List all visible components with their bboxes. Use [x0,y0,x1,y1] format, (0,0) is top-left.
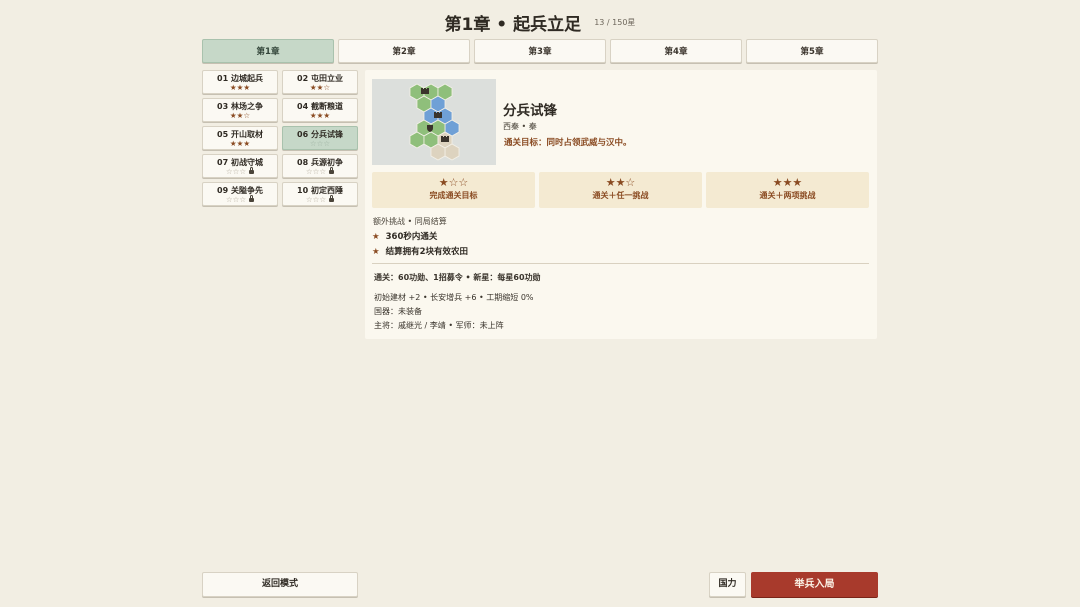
star-tier-3: ★★★ 通关＋两项挑战 [706,172,869,208]
national-power-button[interactable]: 国力 [709,572,746,597]
lock-icon [249,167,255,174]
level-card-10[interactable]: 10 初定西陲 ☆☆☆ [282,182,358,206]
level-name: 03 林场之争 [217,102,263,111]
commander-info: 主将：戚继光 / 李靖 • 军师：未上阵 [374,321,504,330]
level-stars: ☆☆☆ [309,139,331,148]
level-card-03[interactable]: 03 林场之争 ★★☆ [202,98,278,122]
star-icon: ★ [372,232,380,242]
challenge-text: 360秒内通关 [385,232,438,242]
chapter-tabs: 第1章 第2章 第3章 第4章 第5章 [202,39,878,63]
lock-icon [329,167,335,174]
level-map-preview [372,79,496,165]
star-tiers: ★☆☆ 完成通关目标 ★★☆ 通关＋任一挑战 ★★★ 通关＋两项挑战 [372,172,869,208]
page-header: 第1章 • 起兵立足 13 / 150星 [0,10,1080,35]
tab-chapter-3[interactable]: 第3章 [474,39,606,63]
challenge-item: ★ 360秒内通关 [372,230,437,242]
tab-chapter-4[interactable]: 第4章 [610,39,742,63]
level-stars-row: ☆☆☆ [203,195,277,204]
divider [372,263,869,264]
level-card-05[interactable]: 05 开山取材 ★★★ [202,126,278,150]
castle-icon [434,112,442,118]
tier-label: 通关＋任一挑战 [592,191,649,200]
level-detail-panel: 分兵试锋 西秦 • 秦 通关目标：同时占领武威与汉中。 ★☆☆ 完成通关目标 ★… [365,70,877,339]
tier-stars: ★☆☆ [438,176,469,189]
level-stars-row: ☆☆☆ [203,167,277,176]
level-card-06[interactable]: 06 分兵试锋 ☆☆☆ [282,126,358,150]
star-tier-1: ★☆☆ 完成通关目标 [372,172,535,208]
level-name: 08 兵源初争 [297,158,343,167]
level-name: 04 截断粮道 [297,102,343,111]
challenge-item: ★ 结算拥有2块有效农田 [372,245,468,257]
challenge-text: 结算拥有2块有效农田 [385,247,469,257]
bonus-info: 初始建材 +2 • 长安增兵 +6 • 工期缩短 0% [374,293,534,302]
level-card-07[interactable]: 07 初战守城 ☆☆☆ [202,154,278,178]
map-tile-beige [430,143,446,161]
level-objective: 通关目标：同时占领武威与汉中。 [504,138,632,148]
level-card-04[interactable]: 04 截断粮道 ★★★ [282,98,358,122]
level-factions: 西秦 • 秦 [503,122,537,131]
level-title: 分兵试锋 [503,103,557,119]
level-stars: ★★★ [229,83,251,92]
level-name: 09 关隘争先 [217,186,263,195]
star-tier-2: ★★☆ 通关＋任一挑战 [539,172,702,208]
page-title: 第1章 • 起兵立足 [444,15,582,35]
star-progress: 13 / 150星 [594,18,636,27]
level-card-09[interactable]: 09 关隘争先 ☆☆☆ [202,182,278,206]
tier-stars: ★★☆ [605,176,636,189]
level-name: 10 初定西陲 [297,186,343,195]
tier-stars: ★★★ [772,176,803,189]
level-name: 06 分兵试锋 [297,130,343,139]
equipment-info: 国器：未装备 [374,307,422,316]
level-name: 05 开山取材 [217,130,263,139]
extra-challenge-heading: 额外挑战 • 同局结算 [373,217,447,226]
level-stars-row: ☆☆☆ [283,167,357,176]
level-stars: ☆☆☆ [305,195,327,204]
lock-icon [329,195,335,202]
level-card-08[interactable]: 08 兵源初争 ☆☆☆ [282,154,358,178]
tier-label: 通关＋两项挑战 [759,191,816,200]
level-name: 02 屯田立业 [297,74,343,83]
reward-info: 通关：60功勋、1招募令 • 新星：每星60功勋 [374,273,541,282]
level-card-02[interactable]: 02 屯田立业 ★★☆ [282,70,358,94]
star-icon: ★ [372,247,380,257]
level-stars: ☆☆☆ [225,167,247,176]
level-stars: ★★☆ [229,111,251,120]
start-battle-button[interactable]: 举兵入局 [751,572,878,597]
hex-map [409,83,460,161]
level-stars-row: ☆☆☆ [283,195,357,204]
castle-icon [421,88,429,94]
tab-chapter-5[interactable]: 第5章 [746,39,878,63]
level-name: 07 初战守城 [217,158,263,167]
level-stars: ★★★ [229,139,251,148]
tab-chapter-2[interactable]: 第2章 [338,39,470,63]
level-card-01[interactable]: 01 边城起兵 ★★★ [202,70,278,94]
map-tile-green [409,131,425,149]
tier-label: 完成通关目标 [429,191,478,200]
back-to-mode-button[interactable]: 返回模式 [202,572,358,597]
level-stars: ★★★ [309,111,331,120]
level-list: 01 边城起兵 ★★★ 02 屯田立业 ★★☆ 03 林场之争 ★★☆ 04 截… [202,70,358,206]
level-stars: ☆☆☆ [305,167,327,176]
lock-icon [249,195,255,202]
map-tile-beige [444,143,460,161]
level-name: 01 边城起兵 [217,74,263,83]
castle-icon [441,136,449,142]
level-stars: ★★☆ [309,83,331,92]
level-stars: ☆☆☆ [225,195,247,204]
tab-chapter-1[interactable]: 第1章 [202,39,334,63]
